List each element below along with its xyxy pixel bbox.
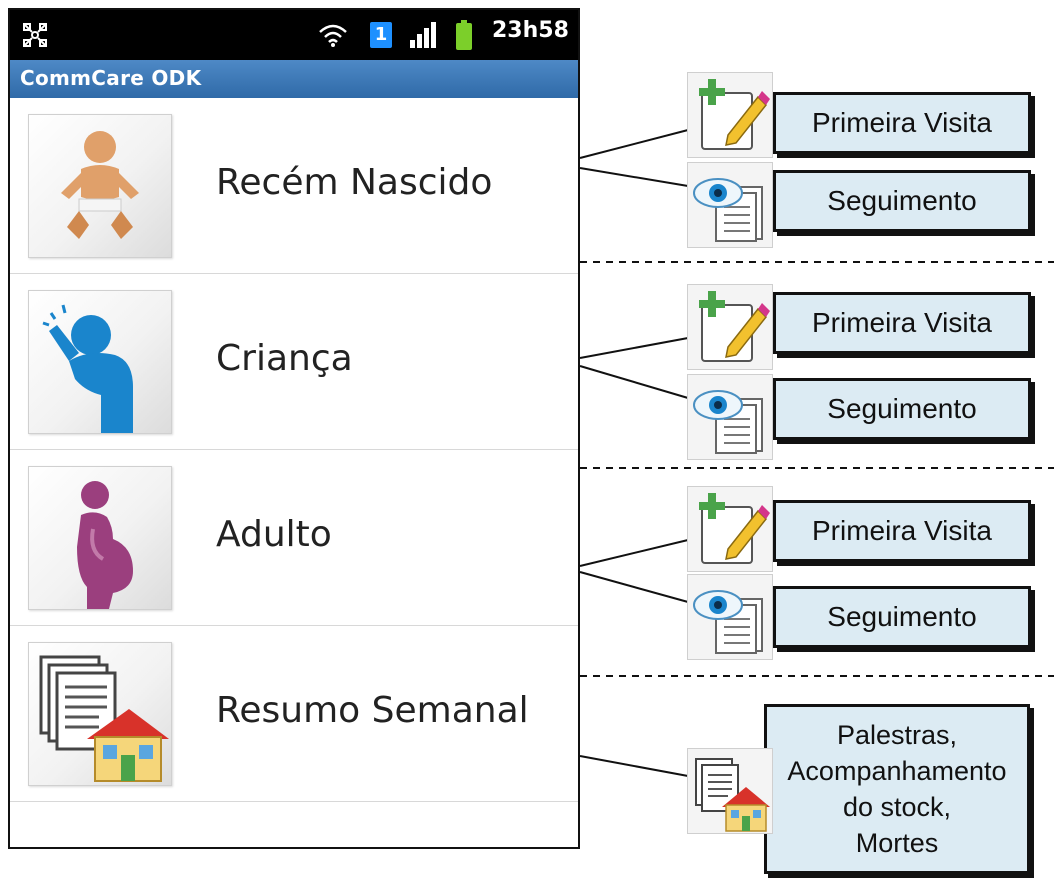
sim-slot-badge: 1: [370, 22, 392, 48]
pregnant-woman-icon: [77, 481, 133, 609]
app-title: CommCare ODK: [20, 66, 202, 90]
menu-tile: [28, 114, 172, 258]
annotation-primeira-visita: Primeira Visita: [773, 500, 1031, 562]
menu-item-adulto[interactable]: Adulto: [10, 450, 578, 626]
view-form-icon: [687, 374, 773, 460]
wifi-icon: [319, 24, 347, 47]
menu-item-label: Adulto: [216, 514, 332, 555]
menu-item-label: Recém Nascido: [216, 162, 493, 203]
annotation-seguimento: Seguimento: [773, 586, 1031, 648]
signal-strength-icon: [410, 22, 436, 48]
baby-icon: [61, 131, 139, 239]
annotation-seguimento: Seguimento: [773, 170, 1031, 232]
app-title-bar: CommCare ODK: [10, 60, 578, 98]
annotation-line: Palestras,: [836, 720, 958, 750]
menu-item-label: Criança: [216, 338, 353, 379]
status-bar: 1 23h58: [10, 10, 578, 60]
view-form-icon: [687, 574, 773, 660]
menu-item-crianca[interactable]: Criança: [10, 274, 578, 450]
annotation-line: Mortes: [855, 828, 939, 858]
menu-tile: [28, 466, 172, 610]
menu-item-resumo-semanal[interactable]: Resumo Semanal: [10, 626, 578, 802]
battery-icon: [456, 20, 472, 50]
phone-screen: 1 23h58 CommCare ODK Recém Nascido Crian…: [8, 8, 580, 849]
child-icon: [42, 304, 133, 433]
annotation-line: do stock,: [842, 792, 952, 822]
view-form-icon: [687, 162, 773, 248]
app-notification-icon: [23, 23, 47, 47]
annotation-resumo-semanal: Palestras, Acompanhamento do stock, Mort…: [764, 704, 1030, 874]
new-form-icon: [687, 284, 773, 370]
new-form-icon: [687, 486, 773, 572]
annotation-line: Acompanhamento: [787, 756, 1007, 786]
menu-item-recem-nascido[interactable]: Recém Nascido: [10, 98, 578, 274]
menu-item-label: Resumo Semanal: [216, 690, 529, 731]
annotation-primeira-visita: Primeira Visita: [773, 92, 1031, 154]
menu-tile: [28, 642, 172, 786]
annotation-primeira-visita: Primeira Visita: [773, 292, 1031, 354]
annotation-seguimento: Seguimento: [773, 378, 1031, 440]
menu-tile: [28, 290, 172, 434]
new-form-icon: [687, 72, 773, 158]
report-house-icon: [39, 655, 169, 782]
report-house-icon: [687, 748, 773, 834]
status-time: 23h58: [492, 18, 569, 43]
